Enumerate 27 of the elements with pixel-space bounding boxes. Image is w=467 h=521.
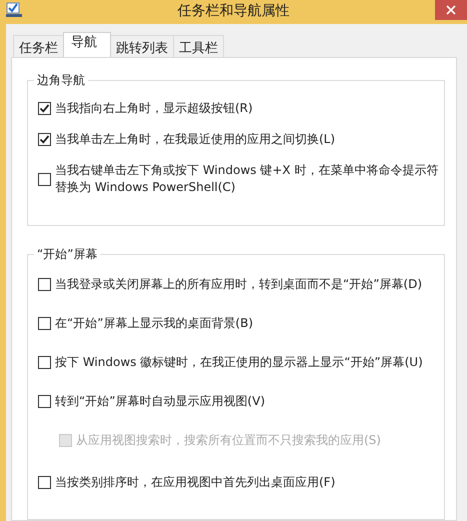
checkbox-label: 按下 Windows 徽标键时，在我正使用的显示器上显示“开始”屏幕(U)	[55, 354, 423, 371]
checkbox[interactable]	[38, 278, 51, 291]
checkbox-label: 从应用视图搜索时，搜索所有位置而不只搜索我的应用(S)	[76, 432, 381, 449]
tab[interactable]: 工具栏	[173, 35, 224, 57]
checkbox-label: 转到“开始”屏幕时自动显示应用视图(V)	[55, 393, 266, 410]
checkbox[interactable]	[38, 133, 51, 146]
checkbox-label: 当我指向右上角时，显示超级按钮(R)	[55, 100, 253, 117]
checkbox-label: 在“开始”屏幕上显示我的桌面背景(B)	[55, 315, 254, 332]
checkbox[interactable]	[38, 395, 51, 408]
checkbox[interactable]	[38, 356, 51, 369]
checkbox-label: 当我登录或关闭屏幕上的所有应用时，转到桌面而不是“开始”屏幕(D)	[55, 276, 422, 293]
close-icon	[446, 5, 456, 15]
window-title: 任务栏和导航属性	[178, 2, 290, 20]
checkbox-label: 当按类别排序时，在应用视图中首先列出桌面应用(F)	[55, 474, 336, 491]
tab[interactable]: 导航	[63, 32, 111, 57]
close-button[interactable]	[435, 0, 467, 20]
checkbox[interactable]	[38, 317, 51, 330]
tab[interactable]: 跳转列表	[110, 35, 174, 57]
group-title: “开始”屏幕	[34, 246, 100, 263]
tab[interactable]: 任务栏	[13, 35, 64, 57]
checkbox-label: 当我单击左上角时，在我最近使用的应用之间切换(L)	[55, 131, 336, 148]
checkbox[interactable]	[38, 476, 51, 489]
checkbox[interactable]	[38, 172, 51, 186]
checkbox[interactable]	[38, 102, 51, 115]
group-title: 边角导航	[34, 72, 88, 89]
app-icon	[5, 2, 23, 18]
checkbox-label: 当我右键单击左下角或按下 Windows 键+X 时，在菜单中将命令提示符替换为 Windows PowerShell(C)	[55, 162, 440, 196]
